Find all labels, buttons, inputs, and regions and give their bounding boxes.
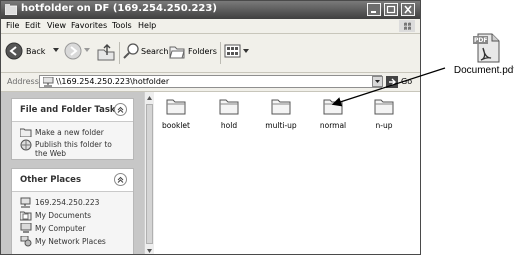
drag-arrow: [331, 67, 446, 107]
pdf-filename: Document.pdf: [453, 65, 514, 76]
pdf-document[interactable]: PDF Document.pdf: [454, 32, 514, 80]
pdf-badge: PDF: [474, 37, 488, 44]
